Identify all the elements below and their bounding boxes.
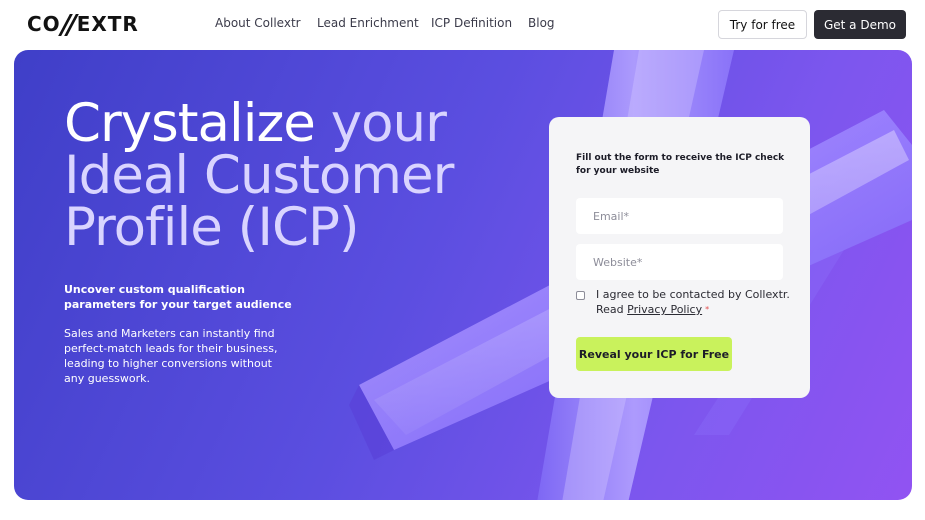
get-a-demo-button[interactable]: Get a Demo [814,10,906,39]
nav-blog[interactable]: Blog [528,16,555,30]
site-header: CO EXTR About Collextr Lead Enrichment I… [0,0,925,48]
required-mark: * [705,305,710,314]
website-field[interactable] [576,244,783,280]
headline-line3: Profile (ICP) [64,197,360,258]
nav-about-collextr[interactable]: About Collextr [215,16,301,30]
nav-icp-definition[interactable]: ICP Definition [431,16,512,30]
nav-lead-enrichment[interactable]: Lead Enrichment [317,16,419,30]
reveal-icp-button[interactable]: Reveal your ICP for Free [576,337,732,371]
hero-description: Sales and Marketers can instantly find p… [64,327,278,385]
hero-section: Crystalize your Ideal Customer Profile (… [14,50,912,500]
consent-label: I agree to be contacted by Collextr. Rea… [596,287,796,317]
try-for-free-button[interactable]: Try for free [718,10,807,39]
email-field[interactable] [576,198,783,234]
privacy-policy-link[interactable]: Privacy Policy [627,303,702,316]
consent-checkbox[interactable] [576,291,585,300]
hero-subheading: Uncover custom qualification parameters … [64,283,292,311]
icp-form-card: Fill out the form to receive the ICP che… [549,117,810,398]
hero-headline: Crystalize your Ideal Customer Profile (… [64,97,484,254]
page: CO EXTR About Collextr Lead Enrichment I… [0,0,925,520]
form-intro: Fill out the form to receive the ICP che… [576,153,785,176]
